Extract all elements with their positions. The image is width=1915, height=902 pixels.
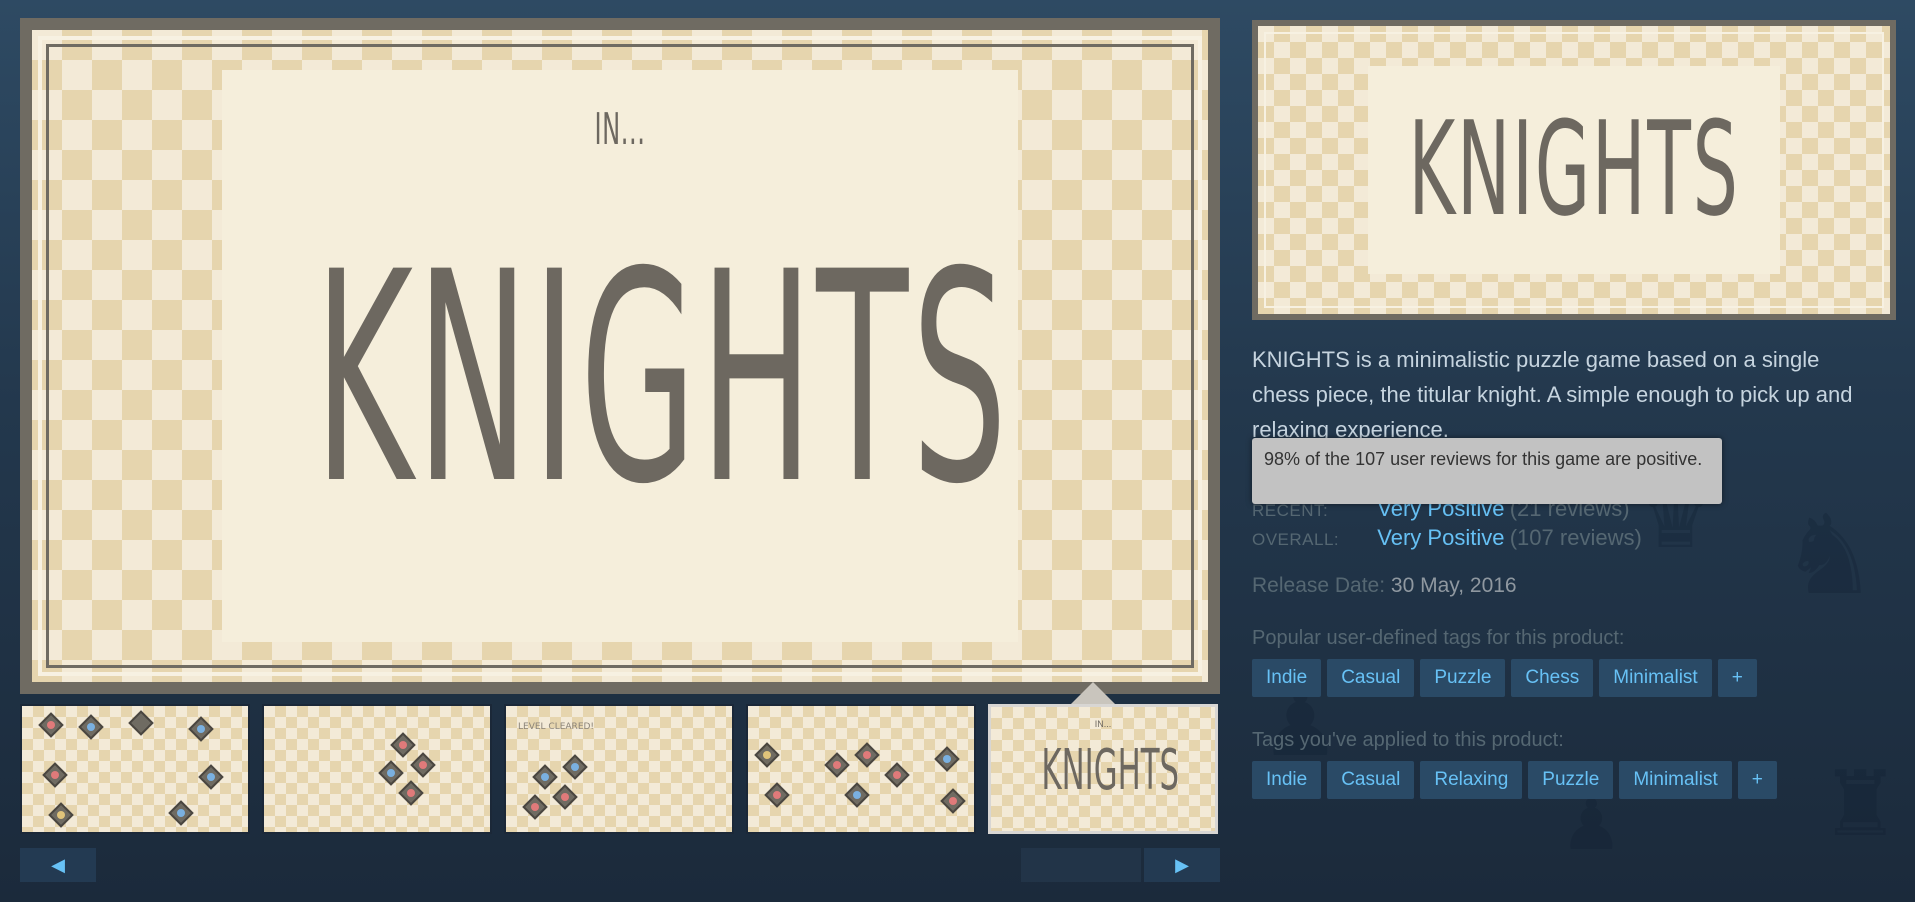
background-knight-icon: ♞ <box>1780 491 1879 619</box>
review-count-overall: (107 reviews) <box>1509 525 1642 550</box>
applied-tags: Indie Casual Relaxing Puzzle Minimalist … <box>1252 761 1777 799</box>
popular-tags: Indie Casual Puzzle Chess Minimalist + <box>1252 659 1757 697</box>
slider-left-arrow-icon[interactable]: ◀ <box>20 848 96 882</box>
thumbnail-title: KNIGHTS <box>1041 738 1180 803</box>
review-summary-overall[interactable]: Very Positive <box>1377 525 1504 550</box>
review-row-overall[interactable]: OVERALL: Very Positive (107 reviews) <box>1252 525 1642 551</box>
release-date: Release Date: 30 May, 2016 <box>1252 574 1517 598</box>
capsule-center <box>1368 66 1780 274</box>
background-pawn-icon: ♟ <box>1560 784 1623 866</box>
thumbnail-1[interactable] <box>20 704 250 834</box>
tag-chess[interactable]: Chess <box>1511 659 1594 697</box>
tag-indie[interactable]: Indie <box>1252 659 1322 697</box>
thumbnail-2[interactable] <box>262 704 492 834</box>
thumbnail-4[interactable] <box>746 704 976 834</box>
review-tooltip: 98% of the 107 user reviews for this gam… <box>1252 438 1722 504</box>
screenshot-small-text: IN... <box>594 104 646 155</box>
screenshot-slider: ◀ ▶ <box>20 848 1220 882</box>
slider-right-arrow-icon[interactable]: ▶ <box>1144 848 1220 882</box>
applied-tags-heading: Tags you've applied to this product: <box>1252 729 1564 751</box>
game-description: KNIGHTS is a minimalistic puzzle game ba… <box>1252 347 1853 442</box>
capsule-title: KNIGHTS <box>1408 93 1740 245</box>
add-applied-tag-button[interactable]: + <box>1737 761 1777 799</box>
release-date-label: Release Date: <box>1252 574 1386 597</box>
thumbnail-5-selected[interactable]: IN... KNIGHTS <box>988 704 1218 834</box>
applied-tag-indie[interactable]: Indie <box>1252 761 1322 799</box>
tag-casual[interactable]: Casual <box>1327 659 1415 697</box>
thumbnail-3[interactable]: LEVEL CLEARED! <box>504 704 734 834</box>
selected-thumbnail-arrow <box>1071 682 1115 704</box>
popular-tags-heading: Popular user-defined tags for this produ… <box>1252 627 1625 649</box>
thumbnail-caption: LEVEL CLEARED! <box>518 722 595 732</box>
applied-tag-casual[interactable]: Casual <box>1327 761 1415 799</box>
capsule-board: KNIGHTS <box>1258 26 1890 314</box>
tag-minimalist[interactable]: Minimalist <box>1599 659 1712 697</box>
screenshot-title: KNIGHTS <box>314 211 1011 548</box>
slider-handle[interactable] <box>1021 848 1141 882</box>
add-tag-button[interactable]: + <box>1717 659 1757 697</box>
review-label-recent: RECENT: <box>1252 501 1329 520</box>
review-label-overall: OVERALL: <box>1252 530 1340 549</box>
tag-puzzle[interactable]: Puzzle <box>1420 659 1506 697</box>
applied-tag-relaxing[interactable]: Relaxing <box>1420 761 1523 799</box>
thumbnail-strip: LEVEL CLEARED! IN... KNIGHTS <box>20 704 1220 836</box>
applied-tag-minimalist[interactable]: Minimalist <box>1619 761 1732 799</box>
screenshot-board: IN... KNIGHTS <box>32 30 1208 682</box>
background-rook-icon: ♜ <box>1820 752 1901 857</box>
header-capsule-image: KNIGHTS <box>1252 20 1896 320</box>
thumbnail-small-text: IN... <box>1094 719 1112 729</box>
main-screenshot[interactable]: IN... KNIGHTS <box>20 18 1220 694</box>
release-date-value: 30 May, 2016 <box>1390 574 1517 597</box>
applied-tag-puzzle[interactable]: Puzzle <box>1528 761 1614 799</box>
